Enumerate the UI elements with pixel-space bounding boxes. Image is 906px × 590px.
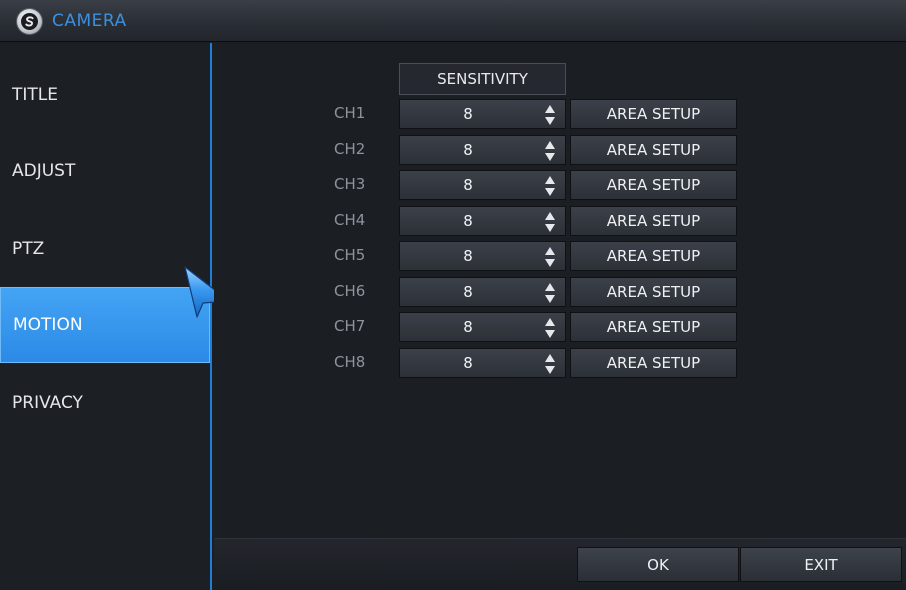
sensitivity-value: 8 xyxy=(463,318,473,336)
area-setup-button[interactable]: AREA SETUP xyxy=(570,206,737,236)
sensitivity-spinner[interactable]: 8 xyxy=(399,170,566,200)
sensitivity-value: 8 xyxy=(463,354,473,372)
up-down-arrows-icon[interactable] xyxy=(544,104,556,126)
area-setup-button[interactable]: AREA SETUP xyxy=(570,170,737,200)
channel-row: CH6 8 AREA SETUP xyxy=(214,277,906,307)
up-down-arrows-icon[interactable] xyxy=(544,175,556,197)
channel-row: CH5 8 AREA SETUP xyxy=(214,241,906,271)
channel-label: CH7 xyxy=(334,317,366,335)
channel-row: CH1 8 AREA SETUP xyxy=(214,99,906,129)
sensitivity-value: 8 xyxy=(463,212,473,230)
sidebar-item-ptz[interactable]: PTZ xyxy=(0,211,210,287)
channel-row: CH4 8 AREA SETUP xyxy=(214,206,906,236)
motion-settings-panel: SENSITIVITY CH1 8 AREA SETUP CH2 8 AREA … xyxy=(214,43,906,538)
exit-button[interactable]: EXIT xyxy=(740,547,902,582)
channel-label: CH4 xyxy=(334,211,366,229)
camera-settings-window: CAMERA TITLE ADJUST PTZ MOTION PRIVACY S… xyxy=(0,0,906,590)
up-down-arrows-icon[interactable] xyxy=(544,246,556,268)
channel-row: CH7 8 AREA SETUP xyxy=(214,312,906,342)
sensitivity-spinner[interactable]: 8 xyxy=(399,206,566,236)
channel-label: CH3 xyxy=(334,175,366,193)
sensitivity-value: 8 xyxy=(463,176,473,194)
area-setup-button[interactable]: AREA SETUP xyxy=(570,135,737,165)
area-setup-button[interactable]: AREA SETUP xyxy=(570,241,737,271)
ok-button[interactable]: OK xyxy=(577,547,739,582)
channel-row: CH3 8 AREA SETUP xyxy=(214,170,906,200)
channel-row: CH8 8 AREA SETUP xyxy=(214,348,906,378)
up-down-arrows-icon[interactable] xyxy=(544,282,556,304)
footer-bar: OK EXIT xyxy=(214,538,906,590)
sidebar-item-label: TITLE xyxy=(12,85,58,105)
sidebar-item-adjust[interactable]: ADJUST xyxy=(0,133,210,209)
sensitivity-value: 8 xyxy=(463,283,473,301)
area-setup-button[interactable]: AREA SETUP xyxy=(570,312,737,342)
sidebar-item-label: MOTION xyxy=(13,315,83,335)
channel-label: CH1 xyxy=(334,104,366,122)
sidebar-item-label: PRIVACY xyxy=(12,393,83,413)
sidebar-item-title[interactable]: TITLE xyxy=(0,57,210,133)
sensitivity-spinner[interactable]: 8 xyxy=(399,135,566,165)
sensitivity-spinner[interactable]: 8 xyxy=(399,312,566,342)
sensitivity-spinner[interactable]: 8 xyxy=(399,99,566,129)
channel-label: CH6 xyxy=(334,282,366,300)
up-down-arrows-icon[interactable] xyxy=(544,140,556,162)
sidebar-item-privacy[interactable]: PRIVACY xyxy=(0,365,210,441)
sensitivity-spinner[interactable]: 8 xyxy=(399,348,566,378)
up-down-arrows-icon[interactable] xyxy=(544,353,556,375)
channel-label: CH2 xyxy=(334,140,366,158)
sensitivity-value: 8 xyxy=(463,141,473,159)
sensitivity-value: 8 xyxy=(463,247,473,265)
up-down-arrows-icon[interactable] xyxy=(544,317,556,339)
area-setup-button[interactable]: AREA SETUP xyxy=(570,99,737,129)
up-down-arrows-icon[interactable] xyxy=(544,211,556,233)
sensitivity-value: 8 xyxy=(463,105,473,123)
sensitivity-column-header: SENSITIVITY xyxy=(399,63,566,95)
channel-label: CH8 xyxy=(334,353,366,371)
sensitivity-spinner[interactable]: 8 xyxy=(399,241,566,271)
channel-row: CH2 8 AREA SETUP xyxy=(214,135,906,165)
title-bar: CAMERA xyxy=(0,0,906,42)
sensitivity-spinner[interactable]: 8 xyxy=(399,277,566,307)
sidebar-item-label: ADJUST xyxy=(12,161,76,181)
channel-label: CH5 xyxy=(334,246,366,264)
area-setup-button[interactable]: AREA SETUP xyxy=(570,348,737,378)
sidebar-item-label: PTZ xyxy=(12,239,45,259)
sidebar-item-motion[interactable]: MOTION xyxy=(0,287,210,363)
area-setup-button[interactable]: AREA SETUP xyxy=(570,277,737,307)
s-logo-icon xyxy=(17,9,42,34)
window-title: CAMERA xyxy=(52,11,127,31)
